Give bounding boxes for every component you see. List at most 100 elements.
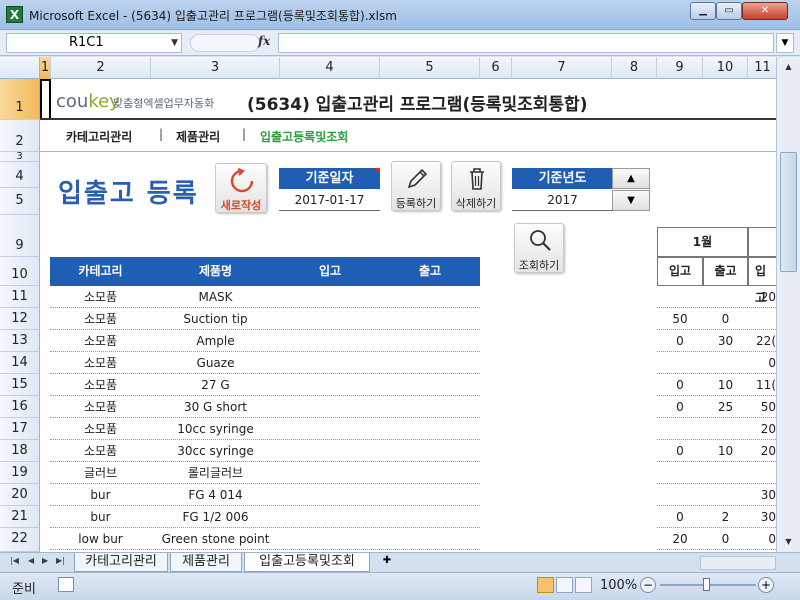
cell-month-in[interactable]: 20 (657, 528, 703, 550)
cell-month-in[interactable]: 0 (657, 440, 703, 462)
row-header[interactable]: 10 (0, 257, 40, 286)
insert-function-icon[interactable]: fx (258, 34, 270, 48)
cell-category[interactable]: low bur (50, 528, 151, 550)
row-header[interactable]: 9 (0, 215, 40, 257)
cell-month-in[interactable] (657, 286, 703, 308)
cell-category[interactable]: 글러브 (50, 462, 151, 484)
row-header[interactable]: 15 (0, 374, 40, 396)
search-button[interactable]: 조회하기 (514, 223, 564, 273)
cell-category[interactable]: 소모품 (50, 374, 151, 396)
cell-month-next-in[interactable]: 30 (748, 506, 776, 528)
prev-sheet-icon[interactable]: ◀ (28, 556, 34, 565)
cell-month-next-in[interactable]: 20 (748, 286, 776, 308)
cell-category[interactable]: 소모품 (50, 352, 151, 374)
row-header[interactable]: 4 (0, 162, 40, 188)
column-header[interactable]: 5 (380, 57, 480, 79)
cell-month-out[interactable]: 2 (703, 506, 748, 528)
cell-month-out[interactable]: 0 (703, 308, 748, 330)
row-header[interactable]: 11 (0, 286, 40, 308)
cell-month-next-in[interactable]: 11( (748, 374, 776, 396)
cell-month-next-in[interactable]: 20 (748, 440, 776, 462)
row-header[interactable]: 19 (0, 462, 40, 484)
column-header[interactable]: 6 (480, 57, 512, 79)
cell-product-name[interactable]: 롤리글러브 (151, 462, 280, 484)
cell-month-in[interactable] (657, 484, 703, 506)
column-header[interactable]: 9 (657, 57, 703, 79)
column-header[interactable]: 3 (151, 57, 280, 79)
register-button[interactable]: 등록하기 (391, 161, 441, 211)
zoom-level[interactable]: 100% (600, 578, 637, 593)
page-layout-view-icon[interactable] (556, 577, 573, 593)
cell-month-out[interactable]: 0 (703, 528, 748, 550)
column-header[interactable]: 8 (612, 57, 657, 79)
cell-month-next-in[interactable] (748, 308, 776, 330)
scroll-up-icon[interactable]: ▲ (780, 59, 797, 75)
cell-month-next-in[interactable]: 20 (748, 418, 776, 440)
column-header[interactable]: 1 (40, 57, 51, 79)
scroll-thumb[interactable] (780, 152, 797, 272)
horizontal-scrollbar[interactable] (700, 556, 776, 570)
cell-product-name[interactable]: 30 G short (151, 396, 280, 418)
zoom-slider-thumb[interactable] (703, 578, 710, 591)
maximize-button[interactable]: ▭ (716, 2, 742, 20)
cell-month-out[interactable]: 10 (703, 374, 748, 396)
cell-month-next-in[interactable]: 0 (748, 352, 776, 374)
base-year-input[interactable]: 2017 (512, 190, 613, 211)
cell-product-name[interactable]: 30cc syringe (151, 440, 280, 462)
close-button[interactable]: ✕ (742, 2, 788, 20)
refresh-button[interactable]: 새로작성 (215, 163, 267, 213)
chevron-down-icon[interactable]: ▼ (171, 34, 178, 52)
row-header[interactable]: 21 (0, 506, 40, 528)
cell-category[interactable]: 소모품 (50, 308, 151, 330)
worksheet-grid[interactable]: 1 2 3 4 5 6 7 8 9 10 11 1 2 3 4 5 9 10 1… (0, 57, 776, 552)
zoom-in-icon[interactable]: + (758, 577, 774, 593)
next-sheet-icon[interactable]: ▶ (42, 556, 48, 565)
cell-category[interactable]: 소모품 (50, 396, 151, 418)
cell-month-in[interactable]: 0 (657, 374, 703, 396)
cell-month-out[interactable] (703, 286, 748, 308)
normal-view-icon[interactable] (537, 577, 554, 593)
row-header[interactable]: 2 (0, 120, 40, 152)
delete-button[interactable]: 삭제하기 (451, 161, 501, 211)
cell-product-name[interactable]: Guaze (151, 352, 280, 374)
zoom-out-icon[interactable]: − (640, 577, 656, 593)
cell-month-next-in[interactable] (748, 462, 776, 484)
cell-product-name[interactable]: Ample (151, 330, 280, 352)
macro-record-icon[interactable] (58, 577, 74, 592)
vertical-scrollbar[interactable]: ▲ ▼ (776, 57, 800, 552)
nav-category-management[interactable]: 카테고리관리 (66, 128, 132, 145)
cell-month-in[interactable] (657, 352, 703, 374)
select-all-corner[interactable] (0, 57, 40, 79)
year-up-button[interactable]: ▲ (612, 168, 650, 189)
cell-month-next-in[interactable]: 50 (748, 396, 776, 418)
row-header[interactable]: 12 (0, 308, 40, 330)
row-header[interactable]: 22 (0, 528, 40, 552)
cell-category[interactable]: 소모품 (50, 440, 151, 462)
name-box[interactable]: R1C1 ▼ (6, 33, 182, 53)
cell-month-in[interactable]: 0 (657, 330, 703, 352)
excel-app-icon[interactable]: X (6, 6, 23, 23)
cell-product-name[interactable]: 27 G (151, 374, 280, 396)
sheet-tab-product[interactable]: 제품관리 (170, 553, 242, 572)
row-header[interactable]: 20 (0, 484, 40, 506)
column-header[interactable]: 11 (748, 57, 776, 79)
row-header[interactable]: 18 (0, 440, 40, 462)
column-header[interactable]: 2 (51, 57, 151, 79)
cell-month-in[interactable] (657, 462, 703, 484)
cell-category[interactable]: bur (50, 484, 151, 506)
year-down-button[interactable]: ▼ (612, 190, 650, 211)
row-header[interactable]: 14 (0, 352, 40, 374)
cell-product-name[interactable]: FG 1/2 006 (151, 506, 280, 528)
cell-product-name[interactable]: MASK (151, 286, 280, 308)
cell-month-in[interactable]: 0 (657, 396, 703, 418)
cell-month-out[interactable] (703, 352, 748, 374)
cell-month-out[interactable]: 25 (703, 396, 748, 418)
cell-category[interactable]: 소모품 (50, 418, 151, 440)
first-sheet-icon[interactable]: |◀ (10, 556, 19, 565)
cell-month-out[interactable]: 30 (703, 330, 748, 352)
cell-category[interactable]: bur (50, 506, 151, 528)
sheet-tab-inout[interactable]: 입출고등록및조회 (244, 553, 370, 572)
row-header[interactable]: 5 (0, 188, 40, 215)
cell-month-in[interactable]: 50 (657, 308, 703, 330)
nav-inout-register[interactable]: 입출고등록및조회 (260, 128, 348, 145)
